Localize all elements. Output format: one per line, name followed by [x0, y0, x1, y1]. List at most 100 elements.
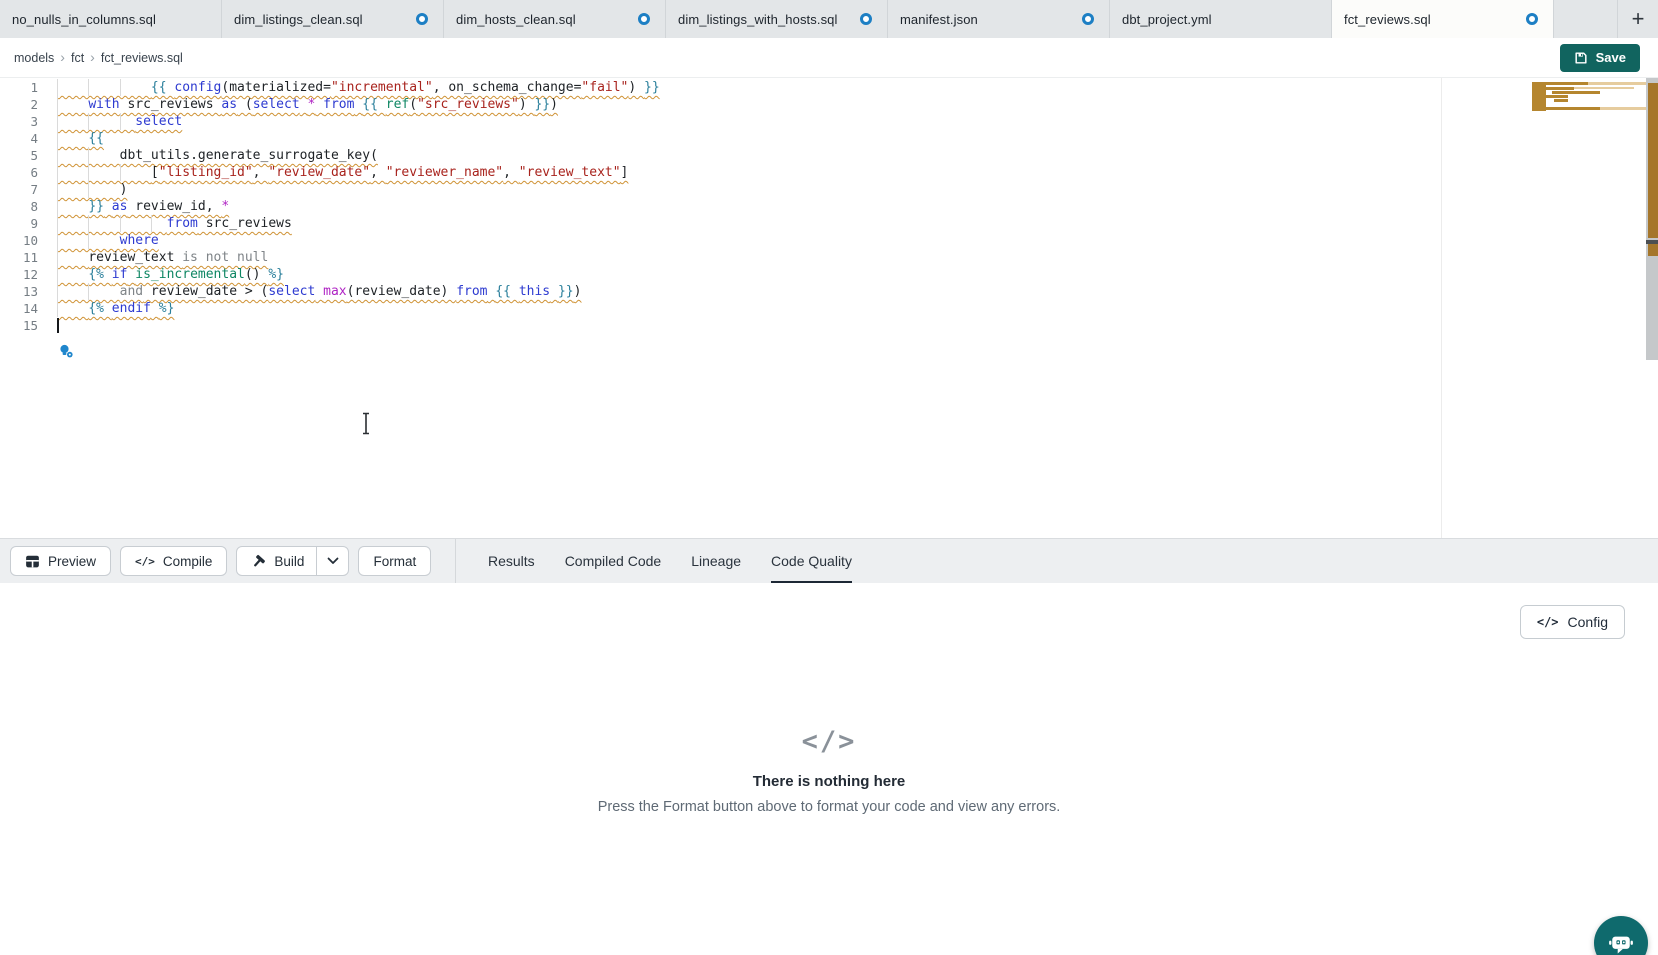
panel-tab-compiled-code[interactable]: Compiled Code	[565, 539, 662, 584]
build-label: Build	[274, 554, 304, 569]
preview-table-icon	[25, 554, 40, 569]
code-line-15[interactable]: 15	[0, 317, 1658, 334]
panel-tab-bar: Results Compiled Code Lineage Code Quality	[456, 539, 852, 584]
breadcrumb-chevron-icon: ›	[90, 50, 95, 64]
code-lines: 1 {{ config(materialized="incremental", …	[0, 79, 1658, 334]
code-editor[interactable]: 1 {{ config(materialized="incremental", …	[0, 78, 1658, 538]
unsaved-changes-dot-icon	[860, 13, 872, 25]
build-button[interactable]: Build	[237, 547, 316, 575]
text-caret	[57, 318, 59, 333]
unsaved-changes-dot-icon	[1082, 13, 1094, 25]
breadcrumb-segment-fct_reviews.sql[interactable]: fct_reviews.sql	[101, 51, 183, 65]
compile-code-icon: </>	[135, 555, 155, 568]
file-tab-dbt_project.yml[interactable]: dbt_project.yml	[1110, 0, 1332, 38]
toolbar-buttons: Preview </> Compile Build	[0, 546, 455, 576]
breadcrumb-segment-models[interactable]: models	[14, 51, 54, 65]
line-number: 7	[0, 181, 38, 198]
line-number: 9	[0, 215, 38, 232]
code-text: with src_reviews as (select * from {{ re…	[57, 96, 558, 113]
format-label: Format	[373, 554, 416, 569]
file-tab-dim_hosts_clean.sql[interactable]: dim_hosts_clean.sql	[444, 0, 666, 38]
file-tab-bar: no_nulls_in_columns.sql dim_listings_clea…	[0, 0, 1658, 38]
editor-header: models › fct › fct_reviews.sql Save	[0, 38, 1658, 78]
file-tab-dim_listings_clean.sql[interactable]: dim_listings_clean.sql	[222, 0, 444, 38]
code-text: dbt_utils.generate_surrogate_key(	[57, 147, 378, 164]
code-line-11[interactable]: 11 review_text is not null	[0, 249, 1658, 266]
code-line-14[interactable]: 14 {% endif %}	[0, 300, 1658, 317]
line-number: 12	[0, 266, 38, 283]
code-text: from src_reviews	[57, 215, 292, 232]
code-line-5[interactable]: 5 dbt_utils.generate_surrogate_key(	[0, 147, 1658, 164]
code-line-1[interactable]: 1 {{ config(materialized="incremental", …	[0, 79, 1658, 96]
file-tab-label: manifest.json	[900, 12, 978, 27]
file-tab-no_nulls_in_columns.sql[interactable]: no_nulls_in_columns.sql	[0, 0, 222, 38]
code-line-4[interactable]: 4 {{	[0, 130, 1658, 147]
code-line-9[interactable]: 9 from src_reviews	[0, 215, 1658, 232]
panel-tab-code-quality[interactable]: Code Quality	[771, 539, 852, 584]
results-panel: </> Config </> There is nothing here Pre…	[0, 583, 1658, 955]
panel-tab-lineage[interactable]: Lineage	[691, 539, 741, 584]
line-number: 8	[0, 198, 38, 215]
breadcrumb-segment-fct[interactable]: fct	[71, 51, 84, 65]
unsaved-changes-dot-icon	[1526, 13, 1538, 25]
save-button[interactable]: Save	[1560, 44, 1640, 72]
line-number: 3	[0, 113, 38, 130]
mouse-text-cursor	[360, 412, 372, 440]
code-text: select	[57, 113, 182, 130]
line-number: 15	[0, 317, 38, 334]
editor-toolbar: Preview </> Compile Build	[0, 538, 1658, 583]
scrollbar-overview-ruler[interactable]	[1646, 78, 1658, 360]
line-number: 2	[0, 96, 38, 113]
build-hammer-icon	[251, 554, 266, 569]
unsaved-changes-dot-icon	[638, 13, 650, 25]
line-number: 13	[0, 283, 38, 300]
code-line-3[interactable]: 3 select	[0, 113, 1658, 130]
robot-chat-icon	[1607, 929, 1635, 955]
code-line-10[interactable]: 10 where	[0, 232, 1658, 249]
format-button[interactable]: Format	[358, 546, 431, 576]
code-line-2[interactable]: 2 with src_reviews as (select * from {{ …	[0, 96, 1658, 113]
build-options-dropdown[interactable]	[316, 547, 348, 575]
code-text: )	[57, 181, 127, 198]
file-tab-label: dim_hosts_clean.sql	[456, 12, 576, 27]
breadcrumb-chevron-icon: ›	[60, 50, 65, 64]
tab-bar-filler: +	[1554, 0, 1658, 38]
compile-button[interactable]: </> Compile	[120, 546, 227, 576]
code-text: {{ config(materialized="incremental", on…	[57, 79, 660, 96]
config-button[interactable]: </> Config	[1520, 605, 1625, 639]
new-tab-button[interactable]: +	[1618, 0, 1658, 38]
breadcrumb: models › fct › fct_reviews.sql	[14, 51, 183, 65]
code-text: {% endif %}	[57, 300, 174, 317]
code-text: }} as review_id, *	[57, 198, 229, 215]
dbt-ide-window: no_nulls_in_columns.sql dim_listings_clea…	[0, 0, 1658, 955]
file-tab-label: no_nulls_in_columns.sql	[12, 12, 156, 27]
empty-state-title: There is nothing here	[0, 773, 1658, 790]
code-line-6[interactable]: 6 ["listing_id", "review_date", "reviewe…	[0, 164, 1658, 181]
file-tab-label: dim_listings_clean.sql	[234, 12, 363, 27]
code-line-8[interactable]: 8 }} as review_id, *	[0, 198, 1658, 215]
editor-ruler-line	[1441, 78, 1442, 538]
overview-warning-marks-2	[1648, 244, 1658, 256]
file-tab-label: fct_reviews.sql	[1344, 12, 1431, 27]
unsaved-changes-dot-icon	[416, 13, 428, 25]
line-number: 11	[0, 249, 38, 266]
minimap[interactable]	[1532, 82, 1646, 112]
code-brackets-icon: </>	[0, 726, 1658, 757]
code-text: and review_date > (select max(review_dat…	[57, 283, 581, 300]
overview-warning-marks	[1648, 83, 1658, 238]
preview-button[interactable]: Preview	[10, 546, 111, 576]
code-text: ["listing_id", "review_date", "reviewer_…	[57, 164, 628, 181]
code-text: review_text is not null	[57, 249, 268, 266]
file-tab-manifest.json[interactable]: manifest.json	[888, 0, 1110, 38]
file-tab-fct_reviews.sql[interactable]: fct_reviews.sql	[1332, 0, 1554, 38]
empty-state-subtitle: Press the Format button above to format …	[0, 799, 1658, 815]
code-line-12[interactable]: 12 {% if is_incremental() %}	[0, 266, 1658, 283]
code-line-13[interactable]: 13 and review_date > (select max(review_…	[0, 283, 1658, 300]
lightbulb-code-action-icon[interactable]	[58, 344, 74, 364]
compile-label: Compile	[163, 554, 213, 569]
empty-state: </> There is nothing here Press the Form…	[0, 726, 1658, 815]
panel-tab-results[interactable]: Results	[488, 539, 535, 584]
code-line-7[interactable]: 7 )	[0, 181, 1658, 198]
file-tab-label: dbt_project.yml	[1122, 12, 1212, 27]
file-tab-dim_listings_with_hosts.sql[interactable]: dim_listings_with_hosts.sql	[666, 0, 888, 38]
